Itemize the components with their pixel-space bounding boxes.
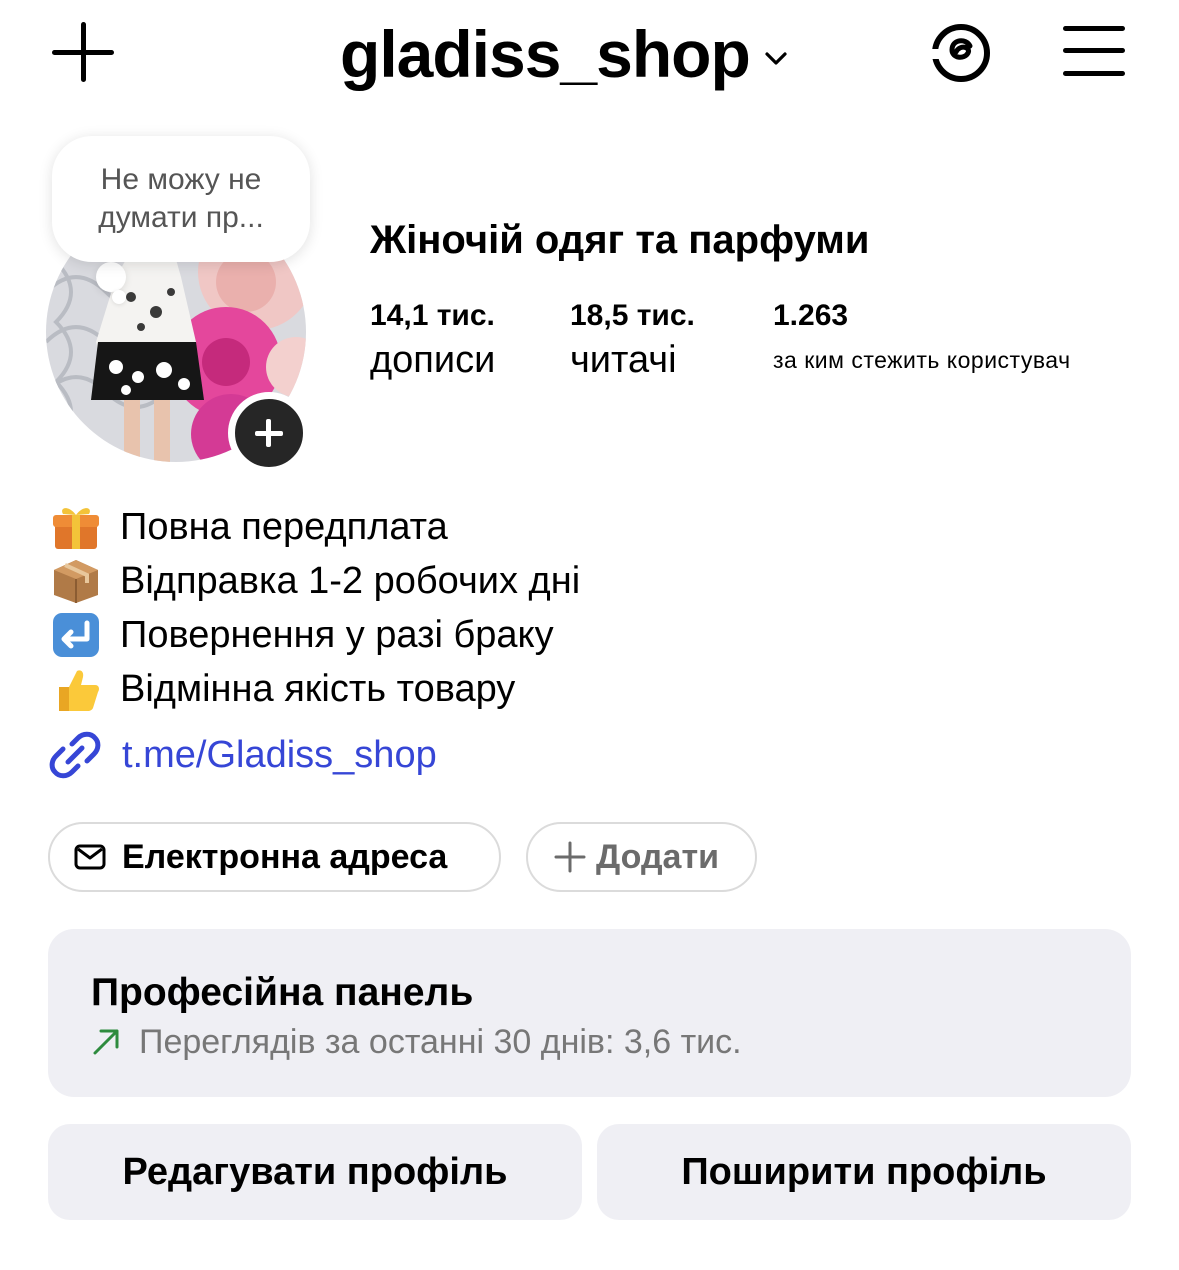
bio-text: Відправка 1-2 робочих дні <box>120 560 581 602</box>
dashboard-subtitle-row: Переглядів за останні 30 днів: 3,6 тис. <box>91 1021 742 1063</box>
chevron-down-icon <box>765 52 787 65</box>
add-contact-button[interactable]: Додати <box>526 822 757 892</box>
stat-posts[interactable]: 14,1 тис. дописи <box>370 296 495 384</box>
display-name: Жіночій одяг та парфуми <box>370 218 870 262</box>
stat-followers[interactable]: 18,5 тис. читачі <box>570 296 695 384</box>
thumbs-up-icon <box>48 664 104 714</box>
share-profile-label: Поширити профіль <box>681 1150 1047 1193</box>
link-icon <box>49 731 101 779</box>
dashboard-title: Професійна панель <box>91 971 474 1014</box>
edit-profile-button[interactable]: Редагувати профіль <box>48 1124 582 1220</box>
dashboard-subtitle: Переглядів за останні 30 днів: 3,6 тис. <box>139 1023 742 1061</box>
email-contact-label: Електронна адреса <box>122 837 448 876</box>
add-contact-label: Додати <box>596 837 720 876</box>
stat-followers-label: читачі <box>570 339 677 381</box>
return-arrow-icon <box>48 610 104 660</box>
menu-line <box>1063 71 1125 76</box>
stat-following-label: за ким стежить користувач <box>773 347 1071 373</box>
bio-line: Відмінна якість товару <box>48 662 580 716</box>
bio-line: Відправка 1-2 робочих дні <box>48 554 580 608</box>
bio-link-text: t.me/Gladiss_shop <box>122 734 437 776</box>
stat-following[interactable]: 1.263 за ким стежить користувач <box>773 296 1071 384</box>
create-plus-icon[interactable] <box>52 22 116 82</box>
bio-text: Повна передплата <box>120 506 448 548</box>
note-text: Не можу не думати пр... <box>98 163 264 234</box>
note-bubble-tail <box>96 262 126 292</box>
account-switcher[interactable]: gladiss_shop <box>340 14 788 94</box>
bio-text: Відмінна якість товару <box>120 668 516 710</box>
bio-text: Повернення у разі браку <box>120 614 554 656</box>
bio-link[interactable]: t.me/Gladiss_shop <box>48 728 437 782</box>
menu-line <box>1063 26 1125 31</box>
menu-icon[interactable] <box>1063 26 1125 76</box>
plus-icon <box>554 841 586 873</box>
package-icon <box>48 556 104 606</box>
stat-posts-label: дописи <box>370 339 496 381</box>
threads-icon[interactable] <box>930 22 992 84</box>
username: gladiss_shop <box>340 17 751 91</box>
profile-page: gladiss_shop Не можу не думати пр... Жін… <box>0 0 1179 1270</box>
note-bubble[interactable]: Не можу не думати пр... <box>52 136 310 262</box>
stat-followers-value: 18,5 тис. <box>570 299 695 332</box>
mail-icon <box>74 844 106 870</box>
email-contact-button[interactable]: Електронна адреса <box>48 822 501 892</box>
professional-dashboard[interactable]: Професійна панель Переглядів за останні … <box>48 929 1131 1097</box>
add-story-plus-icon[interactable] <box>228 392 310 474</box>
gift-icon <box>48 502 104 552</box>
menu-line <box>1063 48 1125 53</box>
stat-following-value: 1.263 <box>773 299 849 332</box>
edit-profile-label: Редагувати профіль <box>122 1150 508 1193</box>
share-profile-button[interactable]: Поширити профіль <box>597 1124 1131 1220</box>
stat-posts-value: 14,1 тис. <box>370 299 495 332</box>
bio: Повна передплата Відправка 1-2 робочих д… <box>48 500 580 716</box>
bio-line: Повернення у разі браку <box>48 608 580 662</box>
bio-line: Повна передплата <box>48 500 580 554</box>
top-bar: gladiss_shop <box>0 0 1179 110</box>
trend-up-arrow-icon <box>93 1029 119 1055</box>
note-bubble-tail <box>112 290 126 304</box>
